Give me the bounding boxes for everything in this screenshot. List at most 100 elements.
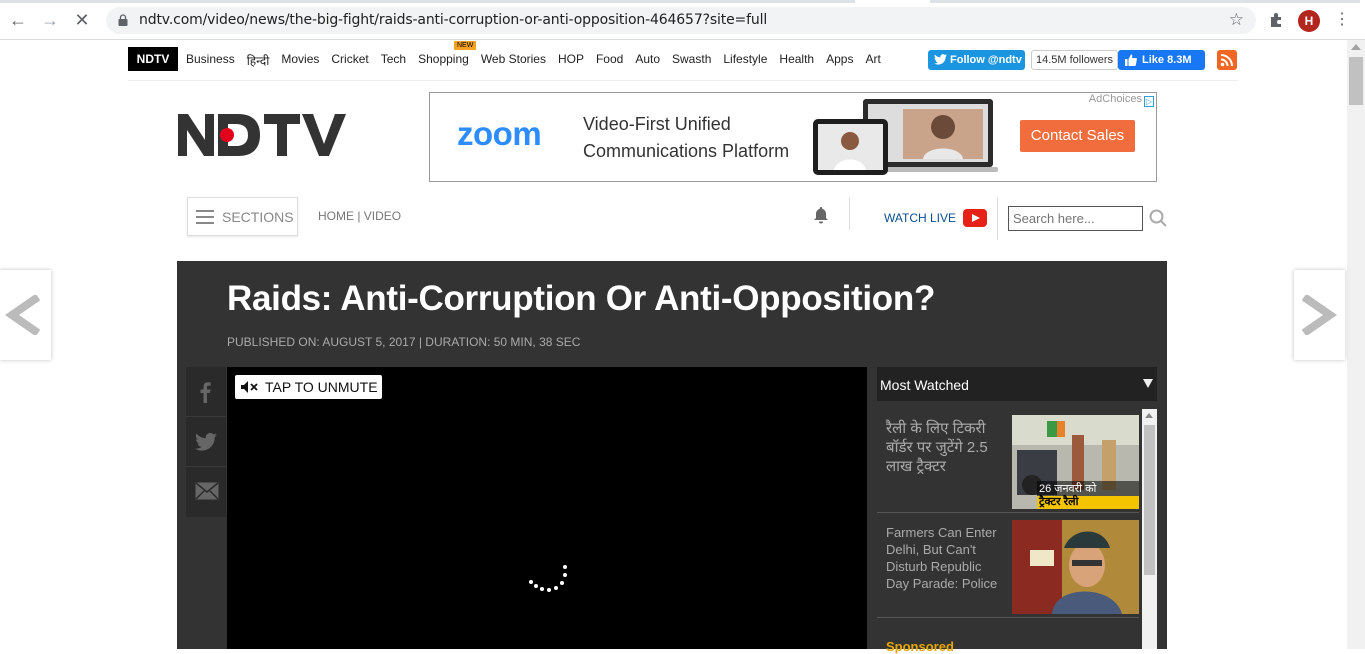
police-official-thumbnail-image bbox=[1012, 520, 1139, 614]
nav-link-hindi[interactable]: हिन्दी bbox=[247, 52, 270, 69]
nav-link-shopping[interactable]: Shopping bbox=[418, 52, 469, 69]
search-input[interactable] bbox=[1008, 206, 1143, 231]
most-watched-header[interactable]: Most Watched bbox=[877, 367, 1157, 401]
nav-link-tech[interactable]: Tech bbox=[381, 52, 406, 69]
scrollbar-thumb[interactable] bbox=[1144, 425, 1155, 575]
browser-toolbar: ← → ✕ ndtv.com/video/news/the-big-fight/… bbox=[0, 0, 1365, 40]
page-scrollbar[interactable] bbox=[1347, 40, 1365, 649]
twitter-follow-button[interactable]: Follow @ndtv bbox=[928, 50, 1025, 70]
muted-speaker-icon bbox=[241, 381, 258, 393]
adchoices-label: AdChoices bbox=[1088, 93, 1142, 105]
scroll-up-arrow-icon[interactable] bbox=[1145, 413, 1153, 418]
twitter-follower-count[interactable]: 14.5M followers bbox=[1031, 50, 1119, 70]
header-divider bbox=[849, 197, 850, 230]
loading-spinner-icon bbox=[529, 565, 567, 592]
video-player[interactable]: TAP TO UNMUTE bbox=[227, 367, 867, 649]
nav-link-hop[interactable]: HOP bbox=[558, 52, 584, 69]
search-icon[interactable] bbox=[1149, 209, 1167, 227]
nav-divider bbox=[128, 80, 1238, 81]
new-badge: NEW bbox=[454, 41, 477, 50]
address-bar[interactable]: ndtv.com/video/news/the-big-fight/raids-… bbox=[106, 7, 1256, 34]
breadcrumb[interactable]: HOME | VIDEO bbox=[318, 209, 401, 223]
share-bar bbox=[186, 367, 226, 517]
nav-link-food[interactable]: Food bbox=[596, 52, 623, 69]
thumbnail-caption-top: 26 जनवरी को bbox=[1039, 483, 1097, 495]
most-watched-item-title[interactable]: Farmers Can Enter Delhi, But Can't Distu… bbox=[886, 524, 1004, 592]
most-watched-item-title[interactable]: रैली के लिए टिकरी बॉर्डर पर जुटेंगे 2.5 … bbox=[886, 419, 1004, 476]
most-watched-heading: Most Watched bbox=[880, 377, 969, 393]
facebook-icon bbox=[200, 382, 211, 403]
zoom-logo: zoom bbox=[457, 115, 542, 152]
adchoices-link[interactable]: AdChoices ▷ bbox=[1089, 93, 1154, 107]
ndtv-home-link[interactable]: NDTV bbox=[128, 47, 178, 71]
tap-to-unmute-button[interactable]: TAP TO UNMUTE bbox=[235, 375, 382, 399]
forward-arrow-icon[interactable]: → bbox=[40, 10, 60, 30]
hamburger-icon bbox=[196, 210, 214, 224]
zoom-advertisement[interactable]: zoom Video-First Unified Communications … bbox=[429, 92, 1157, 182]
video-thumbnail[interactable] bbox=[1012, 520, 1139, 614]
nav-link-movies[interactable]: Movies bbox=[281, 52, 319, 69]
facebook-like-label: Like 8.3M bbox=[1142, 54, 1192, 66]
thumbnail-caption: 26 जनवरी को ट्रैक्टर रैली bbox=[1037, 481, 1139, 509]
twitter-icon bbox=[195, 432, 217, 451]
category-links: Business हिन्दी Movies Cricket Tech Shop… bbox=[186, 52, 881, 69]
top-navigation: NDTV Business हिन्दी Movies Cricket Tech… bbox=[128, 41, 1238, 73]
share-email-button[interactable] bbox=[186, 467, 226, 517]
rss-feed-icon[interactable] bbox=[1217, 50, 1237, 70]
most-watched-item[interactable]: रैली के लिए टिकरी बॉर्डर पर जुटेंगे 2.5 … bbox=[877, 409, 1139, 513]
video-title: Raids: Anti-Corruption Or Anti-Oppositio… bbox=[227, 279, 936, 318]
sponsored-label: Sponsored bbox=[886, 639, 954, 654]
tab-strip-edge bbox=[930, 0, 1360, 3]
nav-link-health[interactable]: Health bbox=[779, 52, 814, 69]
back-arrow-icon[interactable]: ← bbox=[8, 10, 28, 30]
header-divider bbox=[997, 197, 998, 240]
notification-bell-icon[interactable] bbox=[813, 206, 829, 224]
kebab-menu-icon[interactable]: ⋮ bbox=[1334, 10, 1350, 30]
video-thumbnail[interactable]: 26 जनवरी को ट्रैक्टर रैली bbox=[1012, 415, 1139, 509]
email-icon bbox=[195, 482, 219, 500]
unmute-label: TAP TO UNMUTE bbox=[265, 379, 378, 395]
scrollbar-thumb[interactable] bbox=[1349, 57, 1363, 105]
nav-link-cricket[interactable]: Cricket bbox=[331, 52, 368, 69]
contact-sales-button[interactable]: Contact Sales bbox=[1020, 120, 1135, 152]
nav-link-business[interactable]: Business bbox=[186, 52, 235, 69]
share-facebook-button[interactable] bbox=[186, 367, 226, 417]
devices-illustration bbox=[813, 99, 998, 175]
profile-avatar[interactable]: H bbox=[1298, 10, 1320, 32]
ad-headline: Video-First Unified Communications Platf… bbox=[583, 114, 790, 161]
next-video-arrow[interactable] bbox=[1294, 270, 1345, 360]
facebook-like-button[interactable]: Like 8.3M bbox=[1118, 50, 1205, 70]
share-twitter-button[interactable] bbox=[186, 417, 226, 467]
adchoices-icon: ▷ bbox=[1144, 96, 1154, 107]
most-watched-scrollbar[interactable] bbox=[1142, 409, 1157, 649]
sections-label: SECTIONS bbox=[222, 209, 294, 225]
twitter-follow-label: Follow @ndtv bbox=[950, 54, 1022, 66]
nav-link-lifestyle[interactable]: Lifestyle bbox=[723, 52, 767, 69]
extensions-puzzle-icon[interactable] bbox=[1268, 11, 1286, 29]
sections-menu-button[interactable]: SECTIONS bbox=[187, 197, 298, 236]
chevron-left-icon bbox=[4, 295, 40, 335]
nav-link-web-stories[interactable]: Web Stories bbox=[481, 52, 546, 69]
video-meta: PUBLISHED ON: AUGUST 5, 2017 | DURATION:… bbox=[227, 335, 581, 349]
bookmark-star-icon[interactable]: ☆ bbox=[1229, 10, 1244, 30]
scroll-up-arrow-icon[interactable] bbox=[1351, 44, 1361, 50]
previous-video-arrow[interactable] bbox=[0, 270, 51, 360]
nav-link-apps[interactable]: Apps bbox=[826, 52, 853, 69]
thumbs-up-icon bbox=[1125, 54, 1137, 66]
url-text[interactable]: ndtv.com/video/news/the-big-fight/raids-… bbox=[139, 12, 767, 28]
watch-live-link[interactable]: WATCH LIVE bbox=[884, 211, 956, 225]
nav-link-swasth[interactable]: Swasth bbox=[672, 52, 711, 69]
lock-icon bbox=[118, 14, 128, 26]
twitter-bird-icon bbox=[934, 54, 947, 65]
tab-strip-edge bbox=[0, 0, 855, 3]
thumbnail-caption-bottom: ट्रैक्टर रैली bbox=[1037, 496, 1139, 509]
video-panel: Raids: Anti-Corruption Or Anti-Oppositio… bbox=[177, 261, 1167, 654]
nav-link-auto[interactable]: Auto bbox=[635, 52, 660, 69]
chevron-right-icon bbox=[1302, 295, 1338, 335]
nav-link-art[interactable]: Art bbox=[865, 52, 880, 69]
stop-loading-icon[interactable]: ✕ bbox=[72, 10, 92, 30]
dropdown-caret-icon[interactable] bbox=[1143, 379, 1153, 388]
ndtv-logo[interactable] bbox=[178, 110, 411, 160]
youtube-play-icon[interactable] bbox=[963, 209, 987, 227]
most-watched-item[interactable]: Farmers Can Enter Delhi, But Can't Distu… bbox=[877, 514, 1139, 618]
